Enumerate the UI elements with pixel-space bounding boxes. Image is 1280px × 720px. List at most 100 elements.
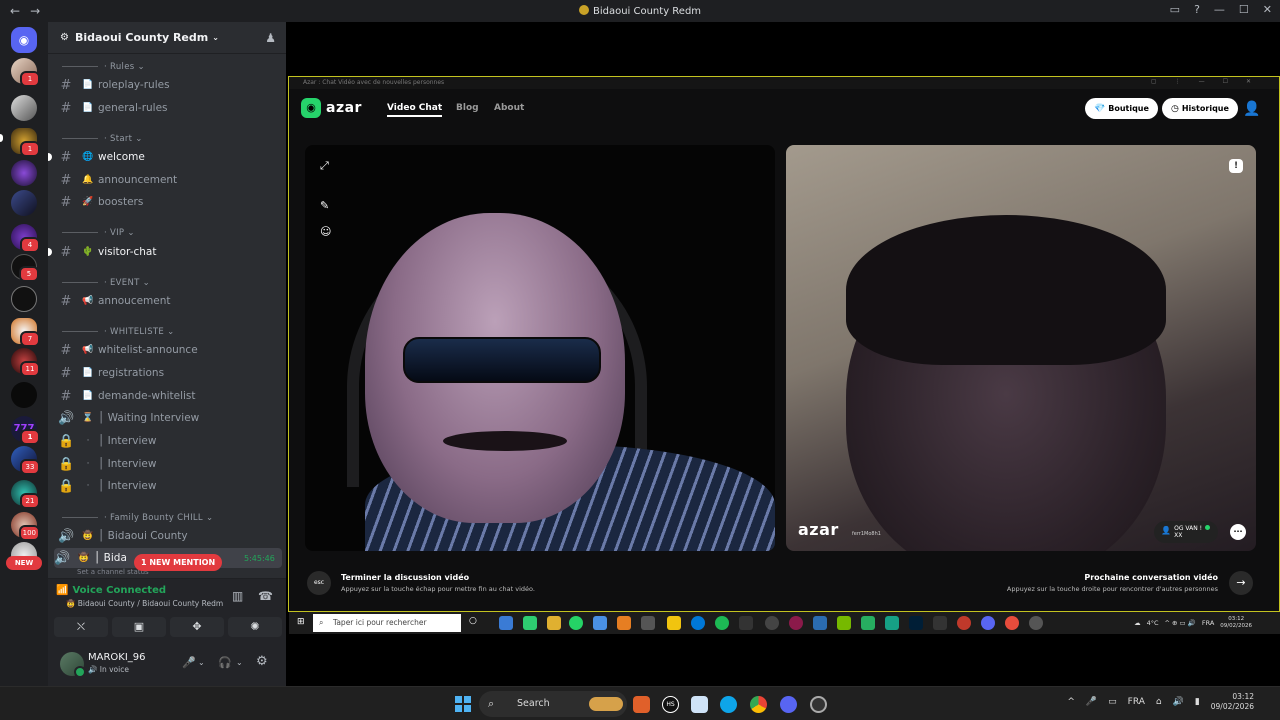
more-options-icon[interactable]: ··· <box>1230 524 1246 540</box>
browser-window-controls[interactable]: ▢⋮—☐✕ <box>1151 78 1269 85</box>
nav-about[interactable]: About <box>494 103 524 113</box>
face-filter-icon[interactable]: ☺ <box>320 225 331 238</box>
taskbar-search[interactable]: ⌕ Search <box>479 691 627 717</box>
category-family-bounty-chill[interactable]: · Family Bounty CHILL ⌄ <box>62 513 213 523</box>
app-icon[interactable] <box>789 616 803 630</box>
voice-channel-waiting-interview[interactable]: 🔊 ⌛ │ Waiting Interview <box>58 408 280 428</box>
server-icon[interactable] <box>11 95 37 121</box>
nvidia-icon[interactable] <box>837 616 851 630</box>
settings-gear-icon[interactable]: ⚙ <box>256 654 268 669</box>
battery-icon[interactable]: ▮ <box>1195 697 1200 707</box>
server-icon[interactable] <box>11 382 37 408</box>
edge-icon[interactable] <box>691 616 705 630</box>
voice-channel-interview[interactable]: 🔒 · │ Interview <box>58 431 280 451</box>
language-indicator[interactable]: FRA <box>1128 697 1145 707</box>
discord-icon[interactable] <box>981 616 995 630</box>
microphone-icon[interactable]: 🎤 <box>182 656 196 669</box>
nav-blog[interactable]: Blog <box>456 103 479 113</box>
server-icon[interactable]: 5 <box>11 254 39 282</box>
clock[interactable]: 03:12 09/02/2026 <box>1211 692 1254 712</box>
server-icon[interactable] <box>11 190 37 216</box>
forward-arrow-icon[interactable]: → <box>30 4 40 18</box>
app-icon[interactable] <box>667 616 681 630</box>
app-icon[interactable] <box>933 616 947 630</box>
channel-annoucement[interactable]: # 📢 annoucement <box>58 291 280 311</box>
tray-icons[interactable]: ^ ⊕ ▭ 🔊 <box>1165 619 1196 627</box>
maximize-button[interactable]: ☐ <box>1239 3 1249 16</box>
magic-wand-icon[interactable]: ✎ <box>320 199 329 212</box>
app-icon[interactable] <box>739 616 753 630</box>
new-unreads-pill[interactable]: NEW <box>6 556 42 570</box>
activities-button[interactable]: ✥ <box>170 617 224 637</box>
app-icon[interactable] <box>885 616 899 630</box>
server-icon[interactable] <box>11 160 37 186</box>
discord-home-icon[interactable]: ◉ <box>11 27 37 53</box>
channel-whitelist-announce[interactable]: # 📢 whitelist-announce <box>58 340 280 360</box>
weather-icon[interactable]: ☁ <box>1134 619 1141 627</box>
category-start[interactable]: · Start ⌄ <box>62 134 143 144</box>
server-icon[interactable]: 100 <box>11 512 40 541</box>
spotify-icon[interactable] <box>715 616 729 630</box>
fullscreen-icon[interactable]: ⤢ <box>320 159 329 173</box>
server-icon[interactable] <box>11 286 37 312</box>
username[interactable]: MAROKI_96 <box>88 652 146 663</box>
language-indicator[interactable]: FRA <box>1202 619 1214 627</box>
channel-roleplay-rules[interactable]: # 📄 roleplay-rules <box>58 75 280 95</box>
app-icon[interactable] <box>861 616 875 630</box>
category-whiteliste[interactable]: · WHITELISTE ⌄ <box>62 327 175 337</box>
back-arrow-icon[interactable]: ← <box>10 4 20 18</box>
server-icon[interactable]: 7 <box>11 318 40 347</box>
edge-icon[interactable] <box>720 696 737 713</box>
channel-general-rules[interactable]: # 📄 general-rules <box>58 98 280 118</box>
channel-registrations[interactable]: # 📄 registrations <box>58 363 280 383</box>
photoshop-icon[interactable] <box>909 616 923 630</box>
voice-channel-bidaoui-county[interactable]: 🔊 🤠 │ Bidaoui County <box>58 526 280 546</box>
esc-key-button[interactable]: esc <box>307 571 331 595</box>
report-shield-icon[interactable]: ! <box>1229 159 1243 173</box>
app-icon[interactable] <box>765 616 779 630</box>
channel-announcement[interactable]: # 🔔 announcement <box>58 170 280 190</box>
camera-toggle-button[interactable]: ⛌ <box>54 617 108 637</box>
app-icon[interactable] <box>1029 616 1043 630</box>
cortana-icon[interactable]: ○ <box>469 616 483 630</box>
category-event[interactable]: · EVENT ⌄ <box>62 278 150 288</box>
windows-start-icon[interactable]: ⊞ <box>297 617 305 627</box>
channel-boosters[interactable]: # 🚀 boosters <box>58 192 280 212</box>
photos-icon[interactable] <box>691 696 708 713</box>
server-header[interactable]: ⚙ Bidaoui County Redm ⌄ ♟ <box>48 22 286 54</box>
category-rules[interactable]: · Rules ⌄ <box>62 62 145 72</box>
new-mention-pill[interactable]: 1 NEW MENTION <box>134 554 223 571</box>
app-icon[interactable] <box>633 696 650 713</box>
voice-channel-interview[interactable]: 🔒 · │ Interview <box>58 454 280 474</box>
microphone-icon[interactable]: 🎤 <box>1086 697 1097 707</box>
profile-icon[interactable]: 👤 <box>1243 101 1260 117</box>
hidden-icons-arrow[interactable]: ^ <box>1067 697 1075 707</box>
app-icon[interactable] <box>810 696 827 713</box>
screen-share-button[interactable]: ▣ <box>112 617 166 637</box>
volume-icon[interactable]: 🔊 <box>1173 697 1184 707</box>
channel-welcome[interactable]: # 🌐 welcome <box>48 147 280 167</box>
app-icon[interactable]: HS <box>662 696 679 713</box>
nav-video-chat[interactable]: Video Chat <box>387 103 443 117</box>
voice-connected-label[interactable]: 📶 Voice Connected <box>56 585 166 596</box>
server-icon[interactable]: 1 <box>11 58 40 87</box>
inbox-icon[interactable]: ▭ <box>1170 3 1180 16</box>
server-icon[interactable]: 4 <box>11 224 40 253</box>
app-icon[interactable] <box>957 616 971 630</box>
chrome-icon[interactable] <box>750 696 767 713</box>
history-button[interactable]: ◷ Historique <box>1162 98 1238 119</box>
network-icon[interactable]: ⌂ <box>1156 697 1162 707</box>
disconnect-icon[interactable]: ☎ <box>258 589 273 603</box>
shop-button[interactable]: 💎 Boutique <box>1085 98 1158 119</box>
voice-channel-interview[interactable]: 🔒 · │ Interview <box>58 476 280 496</box>
close-button[interactable]: ✕ <box>1263 3 1272 16</box>
next-chat-button[interactable]: → <box>1229 571 1253 595</box>
server-icon[interactable]: 21 <box>11 480 40 509</box>
soundboard-button[interactable]: ✺ <box>228 617 282 637</box>
app-icon[interactable] <box>523 616 537 630</box>
noise-suppression-icon[interactable]: ▥ <box>232 589 243 603</box>
streamed-clock[interactable]: 03:12 09/02/2026 <box>1220 616 1252 630</box>
discord-icon[interactable] <box>780 696 797 713</box>
streamed-search-box[interactable]: ⌕ Taper ici pour rechercher <box>313 614 461 632</box>
channel-demande-whitelist[interactable]: # 📄 demande-whitelist <box>58 386 280 406</box>
